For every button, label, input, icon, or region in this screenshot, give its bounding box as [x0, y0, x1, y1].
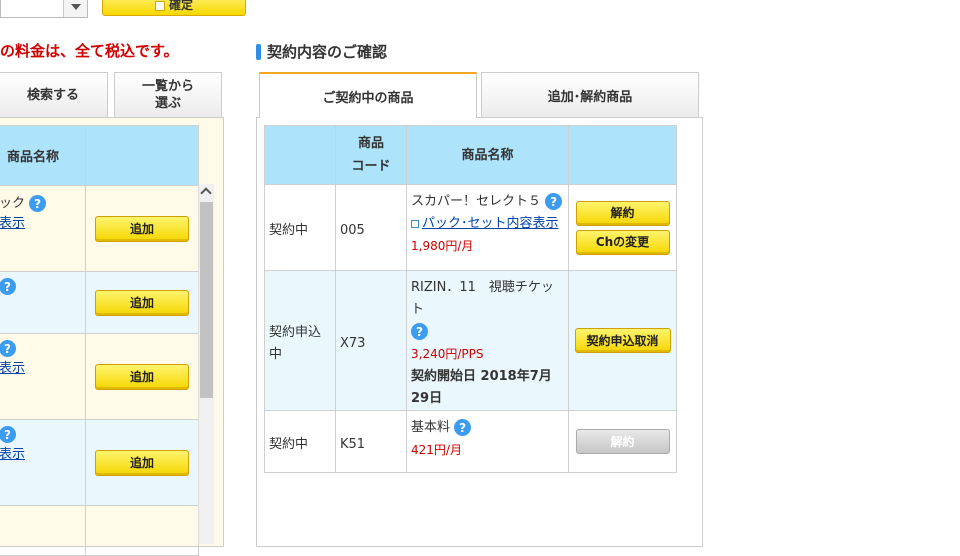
help-icon[interactable]: ? — [29, 195, 47, 212]
chevron-down-icon[interactable] — [63, 0, 87, 17]
product-cell: スカパー！セレクト５ ? パック･セット内容表示 1,980円/月 — [406, 184, 569, 271]
help-icon[interactable]: ? — [454, 419, 472, 436]
product-name: RIZIN．11 視聴チケット — [411, 280, 554, 317]
table-row: 契約中 K51 基本料 ? 421円/月 解約 — [264, 410, 677, 473]
product-name: スカパー！セレクト５ — [411, 194, 542, 209]
confirm-button[interactable]: 確定 — [102, 0, 246, 16]
product-name: 基本料 — [411, 420, 451, 435]
contract-status: 契約中 — [264, 410, 336, 473]
product-code: 005 — [335, 184, 407, 271]
cancel-contract-button[interactable]: 解約 — [575, 200, 670, 226]
tab-search[interactable]: 検索する — [0, 72, 108, 117]
list-item-link[interactable]: 表示 — [0, 447, 25, 462]
table-row: 契約申込中 X73 RIZIN．11 視聴チケット ? 3,240円/PPS 契… — [264, 270, 677, 411]
contract-status: 契約中 — [264, 184, 336, 271]
help-icon[interactable]: ? — [411, 323, 428, 340]
contract-table: 商品 コード 商品名称 契約中 005 スカパー！セレクト５ ? パック･セット… — [264, 125, 677, 473]
contract-start-date: 契約開始日 2018年7月29日 — [411, 369, 552, 406]
list-item: ? 表示 — [0, 419, 86, 506]
product-code: X73 — [335, 270, 407, 411]
tab-add-cancel[interactable]: 追加･解約商品 — [481, 72, 699, 117]
product-price: 1,980円/月 — [411, 239, 474, 253]
tab-current-contracts[interactable]: ご契約中の商品 — [259, 72, 477, 118]
left-table-header-blank — [85, 125, 199, 186]
scrollbar-thumb[interactable] — [200, 202, 213, 398]
add-button[interactable]: 追加 — [95, 449, 189, 476]
change-channel-button[interactable]: Chの変更 — [575, 229, 670, 255]
list-item — [0, 505, 86, 556]
product-cell: 基本料 ? 421円/月 — [406, 410, 569, 473]
top-select[interactable] — [0, 0, 88, 18]
tab-search-label: 検索する — [26, 87, 79, 103]
product-price: 421円/月 — [411, 443, 462, 457]
col-code-header: 商品 コード — [335, 125, 407, 185]
checkbox-icon — [154, 1, 165, 11]
tax-notice: の料金は、全て税込です。 — [0, 42, 179, 60]
scroll-up-icon[interactable] — [198, 184, 214, 200]
tab-list-label: 一覧から 選ぶ — [141, 79, 194, 111]
add-button[interactable]: 追加 — [95, 363, 189, 390]
help-icon[interactable]: ? — [0, 340, 16, 357]
section-title: 契約内容のご確認 — [267, 43, 388, 61]
col-action-header — [568, 125, 677, 185]
col-name-header: 商品名称 — [406, 125, 569, 185]
add-button[interactable]: 追加 — [95, 215, 189, 242]
product-code: K51 — [335, 410, 407, 473]
cancel-application-button[interactable]: 契約申込取消 — [574, 328, 671, 353]
cancel-contract-button-disabled: 解約 — [575, 429, 670, 454]
pack-detail-link[interactable]: パック･セット内容表示 — [422, 216, 559, 231]
table-row: 契約中 005 スカパー！セレクト５ ? パック･セット内容表示 1,980円/… — [264, 184, 677, 271]
help-icon[interactable]: ? — [0, 278, 16, 295]
help-icon[interactable]: ? — [0, 426, 16, 443]
product-price: 3,240円/PPS — [411, 347, 484, 361]
tab-add-cancel-label: 追加･解約商品 — [547, 89, 633, 105]
contract-status: 契約申込中 — [264, 270, 336, 411]
tab-list[interactable]: 一覧から 選ぶ — [114, 72, 222, 117]
external-link-icon — [411, 219, 419, 228]
list-item: ? 表示 — [0, 333, 86, 420]
help-icon[interactable]: ? — [545, 193, 563, 210]
list-item: ック ? 表示 — [0, 185, 86, 272]
product-cell: RIZIN．11 視聴チケット ? 3,240円/PPS 契約開始日 2018年… — [406, 270, 569, 411]
section-marker-icon — [256, 44, 261, 60]
list-item: ? — [0, 271, 86, 334]
left-table-header: 商品名称 — [0, 125, 86, 186]
add-button[interactable]: 追加 — [95, 289, 189, 316]
list-item-link[interactable]: 表示 — [0, 216, 25, 231]
list-item-name: ック — [0, 196, 26, 211]
list-item-link[interactable]: 表示 — [0, 361, 25, 376]
tab-current-contracts-label: ご契約中の商品 — [322, 90, 414, 106]
col-status-header — [264, 125, 336, 185]
confirm-button-label: 確定 — [168, 0, 193, 12]
product-list-table: 商品名称 ック ? 表示 追加 ? 追加 ? 表示 追加 ? 表示 追加 — [0, 125, 199, 556]
